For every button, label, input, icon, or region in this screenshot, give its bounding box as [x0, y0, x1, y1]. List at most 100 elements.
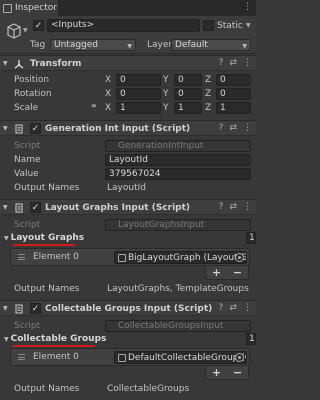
preset-icon[interactable]: ⇄ — [229, 58, 237, 68]
field-label: Output Names — [14, 284, 80, 294]
list-size-input[interactable]: 1 — [246, 232, 256, 244]
field-label: Rotation — [14, 89, 52, 99]
object-picker-icon[interactable] — [235, 353, 244, 362]
help-icon[interactable]: ? — [219, 58, 224, 68]
component-enabled-checkbox[interactable]: ✓ — [30, 303, 41, 314]
remove-element-button[interactable]: − — [233, 266, 242, 279]
layout-graphs-foldout[interactable]: ▼ Layout Graphs — [4, 233, 84, 243]
scale-x-input[interactable]: 1 — [116, 102, 161, 114]
component-menu-icon[interactable]: ⋮ — [243, 123, 252, 133]
tab-inspector-label: Inspector — [15, 3, 57, 13]
help-icon[interactable]: ? — [219, 202, 224, 212]
foldout-arrow-icon[interactable]: ▼ — [3, 125, 8, 132]
script-name: CollectableGroupsInput — [118, 321, 224, 331]
info-icon — [3, 3, 12, 13]
layer-dropdown[interactable]: Default ▼ — [171, 39, 251, 51]
chevron-down-icon: ▼ — [127, 43, 132, 50]
icon-dropdown-chevron-icon[interactable]: ▼ — [23, 27, 28, 34]
position-z-input[interactable]: 0 — [216, 74, 251, 86]
transform-header[interactable]: ▼ Transform ? ⇄ ⋮ — [0, 55, 256, 71]
rotation-y-input[interactable]: 0 — [174, 88, 202, 100]
rotation-x-input[interactable]: 0 — [116, 88, 161, 100]
position-y-input[interactable]: 0 — [174, 74, 202, 86]
foldout-arrow-icon[interactable]: ▼ — [3, 204, 8, 211]
drag-handle-icon[interactable] — [18, 254, 25, 260]
rotation-z-input[interactable]: 0 — [216, 88, 251, 100]
list-footer: + − — [205, 366, 249, 380]
script-row: Script GenerationIntInput — [0, 140, 256, 152]
object-name-input[interactable]: <Inputs> — [47, 19, 200, 32]
element-label: Element 0 — [33, 352, 79, 362]
axis-x-label[interactable]: X — [105, 89, 111, 99]
collectable-groups-foldout[interactable]: ▼ Collectable Groups — [4, 334, 106, 344]
layer-value: Default — [175, 40, 208, 50]
position-x-input[interactable]: 0 — [116, 74, 161, 86]
preset-icon[interactable]: ⇄ — [229, 123, 237, 133]
output-names-value: CollectableGroups — [107, 384, 190, 394]
component-menu-icon[interactable]: ⋮ — [243, 303, 252, 313]
component-menu-icon[interactable]: ⋮ — [243, 58, 252, 68]
axis-z-label[interactable]: Z — [205, 103, 211, 113]
axis-y-label[interactable]: Y — [163, 103, 169, 113]
tab-inspector[interactable]: Inspector — [0, 0, 58, 16]
list-label: Collectable Groups — [10, 334, 107, 344]
add-element-button[interactable]: + — [212, 266, 221, 279]
name-input[interactable]: LayoutId — [105, 154, 251, 166]
axis-y-label[interactable]: Y — [163, 75, 169, 85]
help-icon[interactable]: ? — [219, 303, 224, 313]
axis-z-label[interactable]: Z — [205, 89, 211, 99]
transform-icon — [14, 60, 24, 69]
list-footer: + − — [205, 266, 249, 280]
component-title: Layout Graphs Input (Script) — [45, 203, 191, 213]
chevron-down-icon: ▼ — [242, 43, 247, 50]
component-menu-icon[interactable]: ⋮ — [243, 202, 252, 212]
object-reference-field[interactable]: DefaultCollectableGroup (Colle — [114, 351, 247, 364]
axis-x-label[interactable]: X — [105, 75, 111, 85]
axis-x-label[interactable]: X — [105, 103, 111, 113]
preset-icon[interactable]: ⇄ — [229, 202, 237, 212]
generation-int-input-header[interactable]: ▼ ✓ Generation Int Input (Script) ? ⇄ ⋮ — [0, 120, 256, 136]
script-reference-field: GenerationIntInput — [105, 140, 251, 152]
more-menu-icon[interactable]: ⋮ — [243, 3, 252, 12]
layer-label: Layer — [147, 40, 173, 50]
foldout-arrow-icon[interactable]: ▼ — [3, 60, 8, 67]
component-enabled-checkbox[interactable]: ✓ — [30, 202, 41, 213]
value-input[interactable]: 379567024 — [105, 168, 251, 180]
preset-icon[interactable]: ⇄ — [229, 303, 237, 313]
active-checkbox[interactable]: ✓ — [33, 20, 44, 31]
field-label: Value — [14, 169, 39, 179]
static-label: Static — [217, 21, 243, 31]
component-enabled-checkbox[interactable]: ✓ — [30, 123, 41, 134]
static-checkbox[interactable] — [203, 20, 214, 31]
output-names-row: Output Names LayoutId — [0, 182, 256, 194]
list-size-input[interactable]: 1 — [246, 333, 256, 345]
field-label: Position — [14, 75, 50, 85]
script-name: GenerationIntInput — [118, 141, 204, 151]
drag-handle-icon[interactable] — [18, 354, 25, 360]
help-icon[interactable]: ? — [219, 123, 224, 133]
collectable-groups-input-header[interactable]: ▼ ✓ Collectable Groups Input (Script) ? … — [0, 300, 256, 316]
gameobject-cube-icon[interactable] — [6, 23, 22, 39]
static-dropdown-chevron-icon[interactable]: ▼ — [246, 22, 251, 29]
scale-y-input[interactable]: 1 — [174, 102, 202, 114]
foldout-arrow-icon[interactable]: ▼ — [3, 305, 8, 312]
foldout-arrow-icon[interactable]: ▼ — [4, 336, 9, 343]
script-icon — [15, 124, 23, 134]
object-header: ▼ ✓ <Inputs> Static ▼ Tag Untagged ▼ Lay… — [0, 16, 256, 54]
scale-z-input[interactable]: 1 — [216, 102, 251, 114]
remove-element-button[interactable]: − — [233, 366, 242, 379]
script-icon — [15, 304, 23, 314]
tag-dropdown[interactable]: Untagged ▼ — [50, 39, 136, 51]
script-row: Script CollectableGroupsInput — [0, 320, 256, 332]
script-row: Script LayoutGraphsInput — [0, 219, 256, 231]
field-label: Name — [14, 155, 41, 165]
foldout-arrow-icon[interactable]: ▼ — [4, 235, 9, 242]
object-reference-field[interactable]: BigLayoutGraph (Layout Graph — [114, 251, 247, 264]
field-label: Script — [14, 220, 41, 230]
link-icon[interactable]: ⚭ — [90, 102, 98, 112]
layout-graphs-input-header[interactable]: ▼ ✓ Layout Graphs Input (Script) ? ⇄ ⋮ — [0, 199, 256, 215]
object-picker-icon[interactable] — [235, 253, 244, 262]
axis-y-label[interactable]: Y — [163, 89, 169, 99]
axis-z-label[interactable]: Z — [205, 75, 211, 85]
add-element-button[interactable]: + — [212, 366, 221, 379]
